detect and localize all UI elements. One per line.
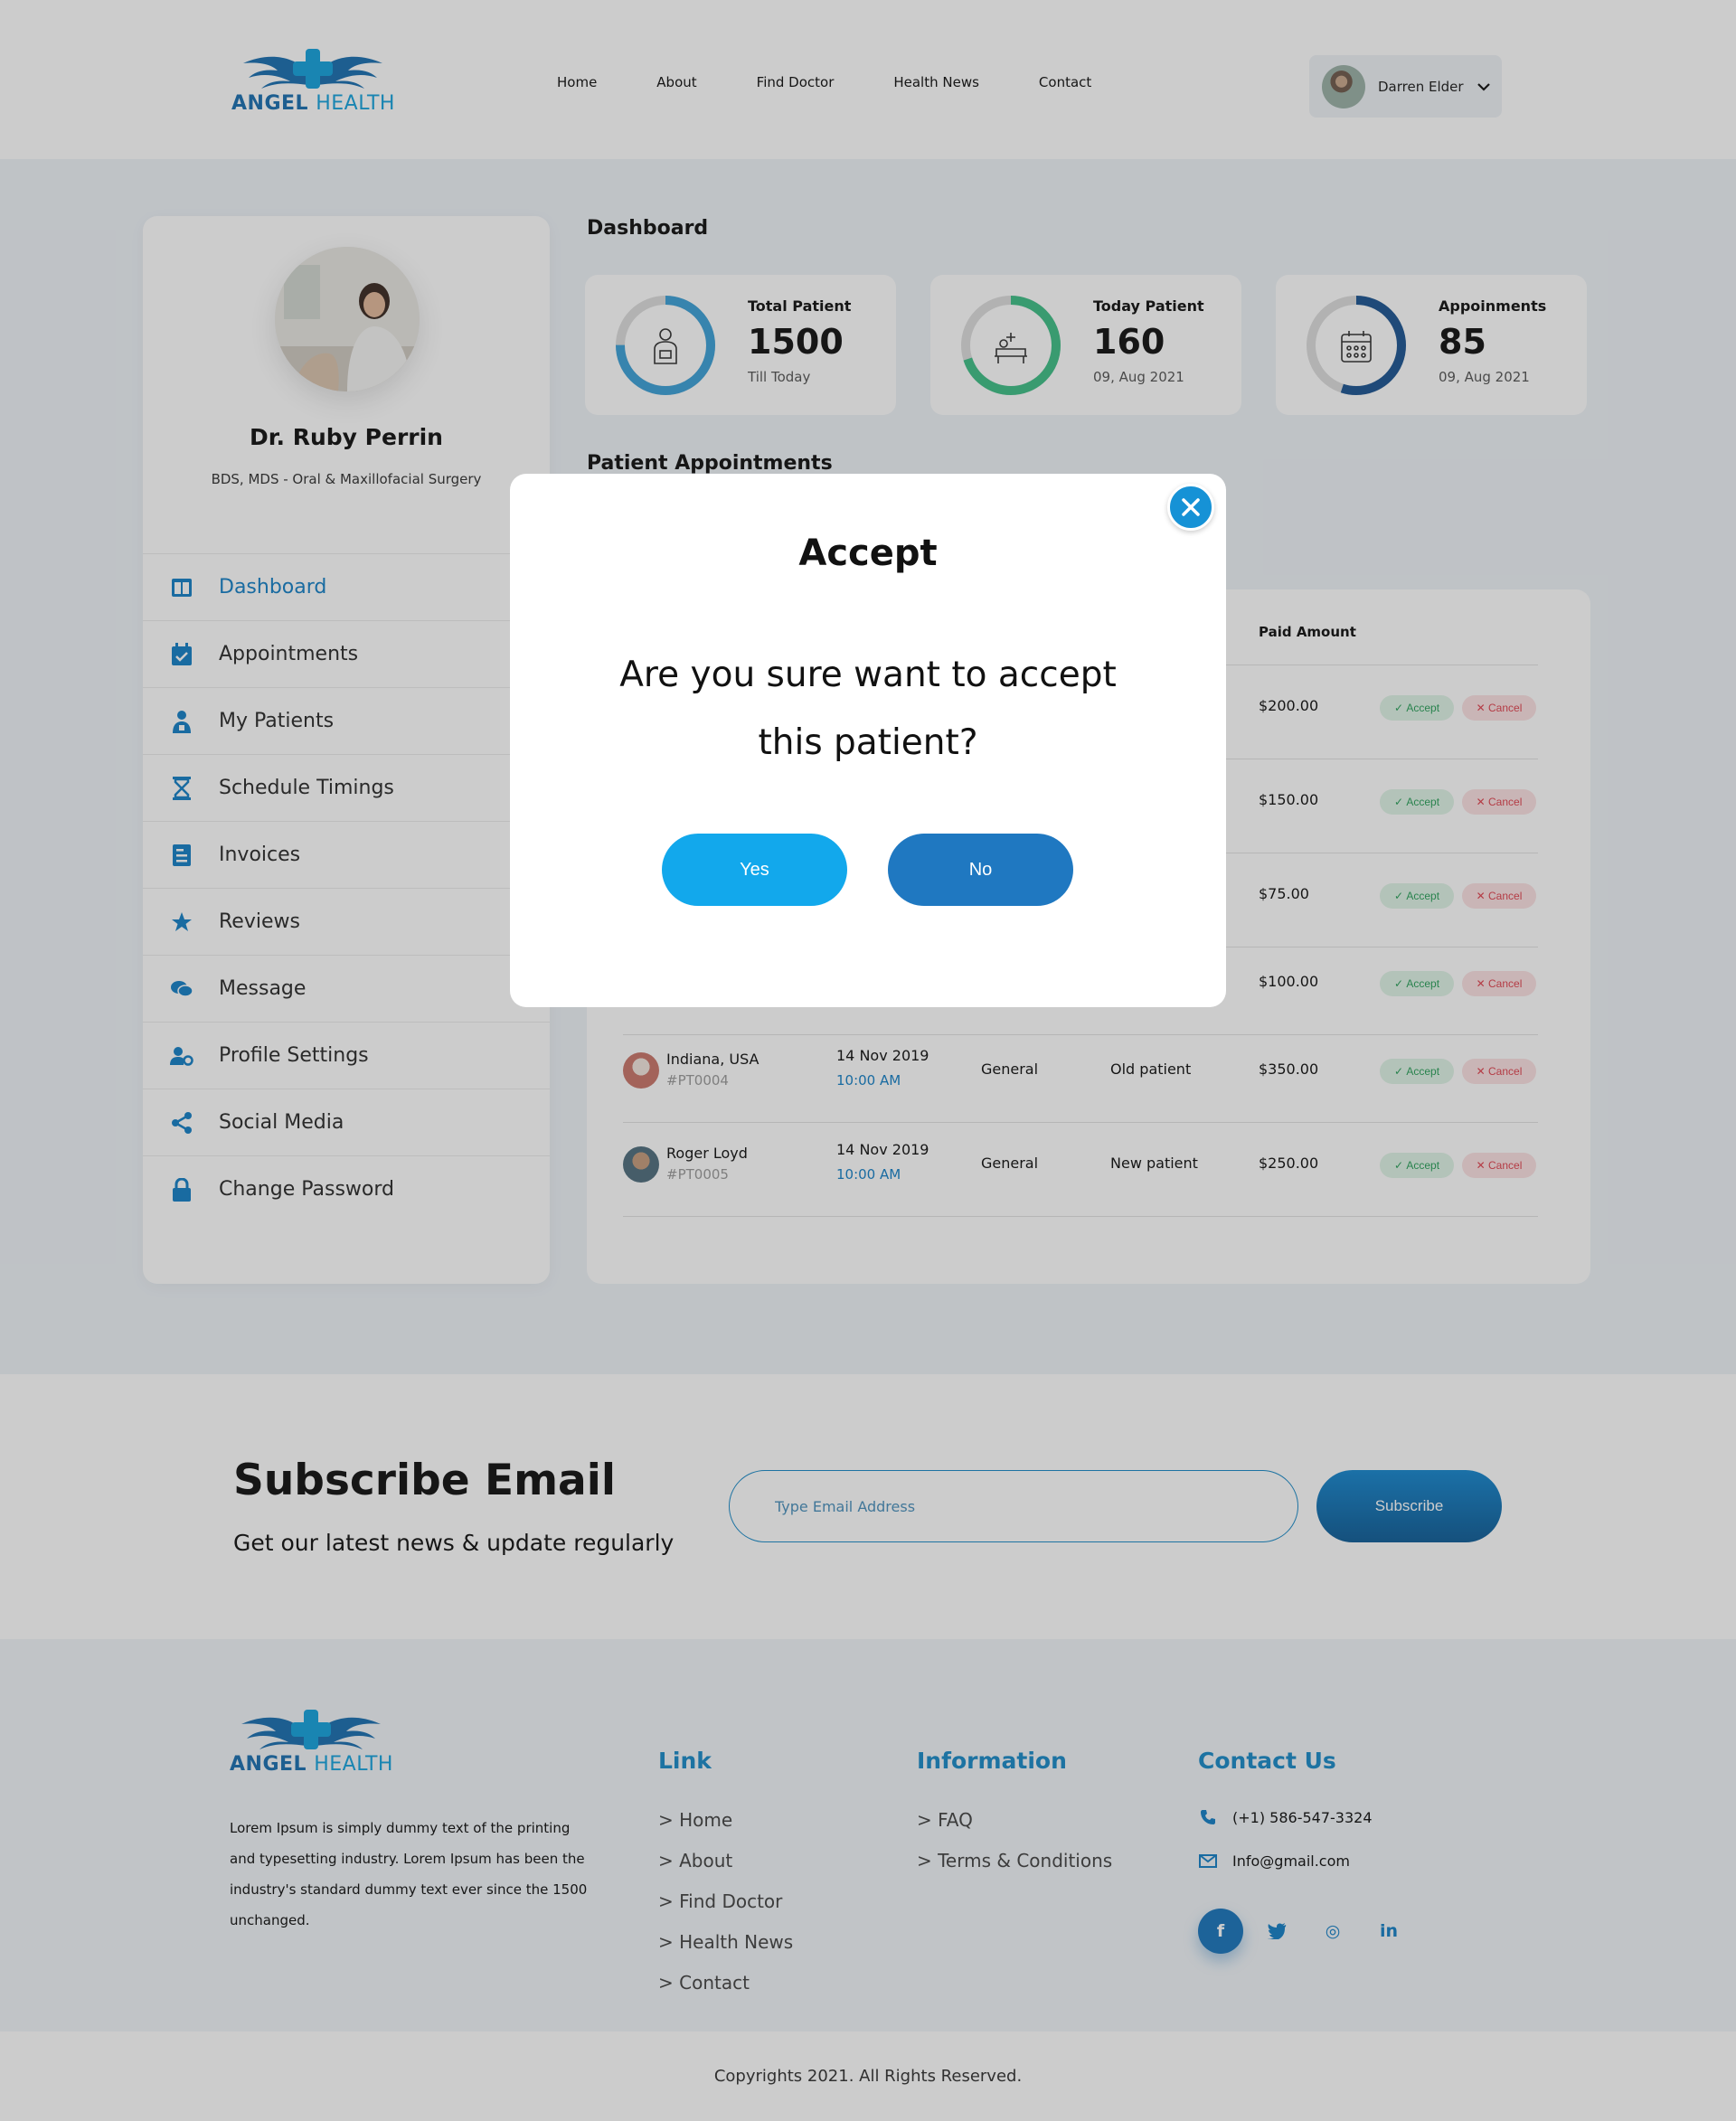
- no-button[interactable]: No: [888, 834, 1073, 906]
- close-icon: [1182, 498, 1200, 516]
- accept-confirmation-modal: Accept Are you sure want to accept this …: [510, 474, 1226, 1007]
- modal-title: Accept: [798, 533, 938, 574]
- close-button[interactable]: [1167, 484, 1214, 531]
- modal-backdrop[interactable]: [0, 0, 1736, 2121]
- modal-message: Are you sure want to accept this patient…: [619, 655, 1117, 763]
- yes-button[interactable]: Yes: [662, 834, 847, 906]
- page: ANGEL HEALTH Home About Find Doctor Heal…: [0, 0, 1736, 2121]
